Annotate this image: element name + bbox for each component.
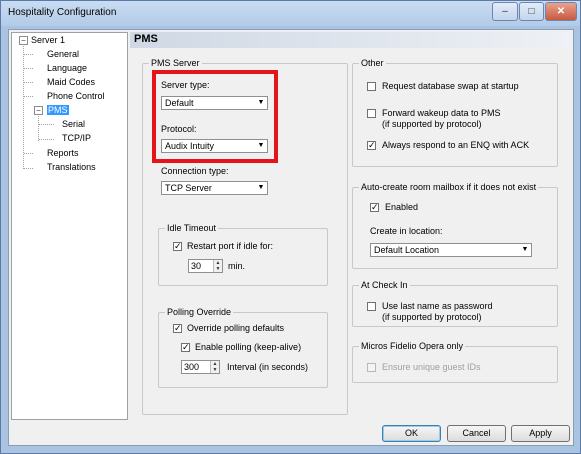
close-button[interactable]: ✕: [545, 2, 577, 21]
idle-minutes-stepper[interactable]: 30 ▲ ▼: [188, 259, 223, 273]
minimize-icon: –: [502, 6, 508, 17]
minimize-button[interactable]: –: [492, 2, 518, 21]
unique-guest-ids-label: Ensure unique guest IDs: [382, 362, 481, 372]
enable-polling-label: Enable polling (keep-alive): [195, 342, 302, 352]
group-title: Other: [359, 58, 386, 68]
last-name-password-checkbox[interactable]: [367, 302, 376, 311]
tree-line: [39, 124, 54, 125]
database-swap-checkbox[interactable]: [367, 82, 376, 91]
idle-timeout-group: Idle Timeout: [158, 223, 328, 286]
collapse-icon[interactable]: −: [34, 106, 43, 115]
tree-line: [24, 153, 33, 154]
dialog-client-area: − Server 1 General Language Maid Codes P…: [8, 29, 574, 446]
create-location-select[interactable]: Default Location ▼: [370, 243, 532, 257]
unique-guest-ids-checkbox[interactable]: [367, 363, 376, 372]
spin-buttons[interactable]: ▲ ▼: [210, 361, 219, 373]
ok-button[interactable]: OK: [382, 425, 441, 442]
connection-type-label: Connection type:: [161, 166, 229, 176]
cancel-button[interactable]: Cancel: [447, 425, 506, 442]
spin-down-icon[interactable]: ▼: [211, 367, 219, 373]
chevron-down-icon: ▼: [521, 246, 529, 253]
spin-buttons[interactable]: ▲ ▼: [213, 260, 222, 272]
spin-down-icon[interactable]: ▼: [214, 266, 222, 272]
forward-wakeup-checkbox[interactable]: [367, 109, 376, 118]
restart-port-checkbox[interactable]: ✓: [173, 242, 182, 251]
enq-ack-checkbox[interactable]: ✓: [367, 141, 376, 150]
tree-item-pms[interactable]: PMS: [47, 105, 69, 115]
override-polling-label: Override polling defaults: [187, 323, 285, 333]
override-polling-checkbox[interactable]: ✓: [173, 324, 182, 333]
chevron-down-icon: ▼: [257, 184, 265, 191]
connection-type-select[interactable]: TCP Server ▼: [161, 181, 268, 195]
forward-wakeup-label: Forward wakeup data to PMS: [382, 108, 501, 118]
create-location-label: Create in location:: [370, 226, 443, 236]
polling-interval-label: Interval (in seconds): [227, 362, 309, 372]
maximize-icon: □: [528, 6, 535, 17]
tree-item-language[interactable]: Language: [47, 63, 87, 73]
window-title: Hospitality Configuration: [8, 7, 117, 18]
tree-line: [24, 54, 33, 55]
database-swap-label: Request database swap at startup: [382, 81, 519, 91]
tree-line: [24, 68, 33, 69]
tree-item-maid-codes[interactable]: Maid Codes: [47, 77, 95, 87]
forward-wakeup-sublabel: (if supported by protocol): [382, 119, 482, 129]
group-title: At Check In: [359, 280, 410, 290]
polling-interval-stepper[interactable]: 300 ▲ ▼: [181, 360, 220, 374]
create-location-value: Default Location: [374, 245, 440, 255]
apply-button[interactable]: Apply: [511, 425, 570, 442]
group-title: Auto-create room mailbox if it does not …: [359, 182, 539, 192]
last-name-password-label: Use last name as password: [382, 301, 493, 311]
minutes-unit-label: min.: [228, 261, 246, 271]
polling-interval-value: 300: [184, 362, 200, 372]
tree-item-server-1[interactable]: Server 1: [31, 35, 65, 45]
group-title: Idle Timeout: [165, 223, 219, 233]
tree-line: [38, 116, 39, 141]
tree-line: [24, 168, 33, 169]
group-title: PMS Server: [149, 58, 202, 68]
enq-ack-label: Always respond to an ENQ with ACK: [382, 140, 530, 150]
tree-item-tcp-ip[interactable]: TCP/IP: [62, 133, 91, 143]
maximize-button[interactable]: □: [519, 2, 544, 21]
restart-port-label: Restart port if idle for:: [187, 241, 274, 251]
close-icon: ✕: [556, 6, 566, 17]
title-bar[interactable]: Hospitality Configuration – □ ✕: [1, 1, 580, 26]
navigation-tree[interactable]: − Server 1 General Language Maid Codes P…: [11, 32, 128, 420]
tree-item-reports[interactable]: Reports: [47, 148, 79, 158]
highlight-box: [152, 70, 278, 163]
group-title: Micros Fidelio Opera only: [359, 341, 466, 351]
auto-create-enabled-label: Enabled: [385, 202, 419, 212]
idle-minutes-value: 30: [191, 261, 202, 271]
tree-line: [39, 139, 54, 140]
tree-line: [23, 44, 24, 169]
hospitality-configuration-window: Hospitality Configuration – □ ✕ − Server…: [0, 0, 581, 454]
connection-type-value: TCP Server: [165, 183, 212, 193]
tree-item-translations[interactable]: Translations: [47, 162, 96, 172]
tree-item-phone-control[interactable]: Phone Control: [47, 91, 105, 101]
collapse-icon[interactable]: −: [19, 36, 28, 45]
group-title: Polling Override: [165, 307, 234, 317]
tree-line: [24, 96, 33, 97]
auto-create-enabled-checkbox[interactable]: ✓: [370, 203, 379, 212]
page-title: PMS: [130, 32, 571, 48]
tree-line: [24, 82, 33, 83]
last-name-password-sublabel: (if supported by protocol): [382, 312, 482, 322]
tree-item-general[interactable]: General: [47, 49, 79, 59]
tree-item-serial[interactable]: Serial: [62, 119, 85, 129]
enable-polling-checkbox[interactable]: ✓: [181, 343, 190, 352]
